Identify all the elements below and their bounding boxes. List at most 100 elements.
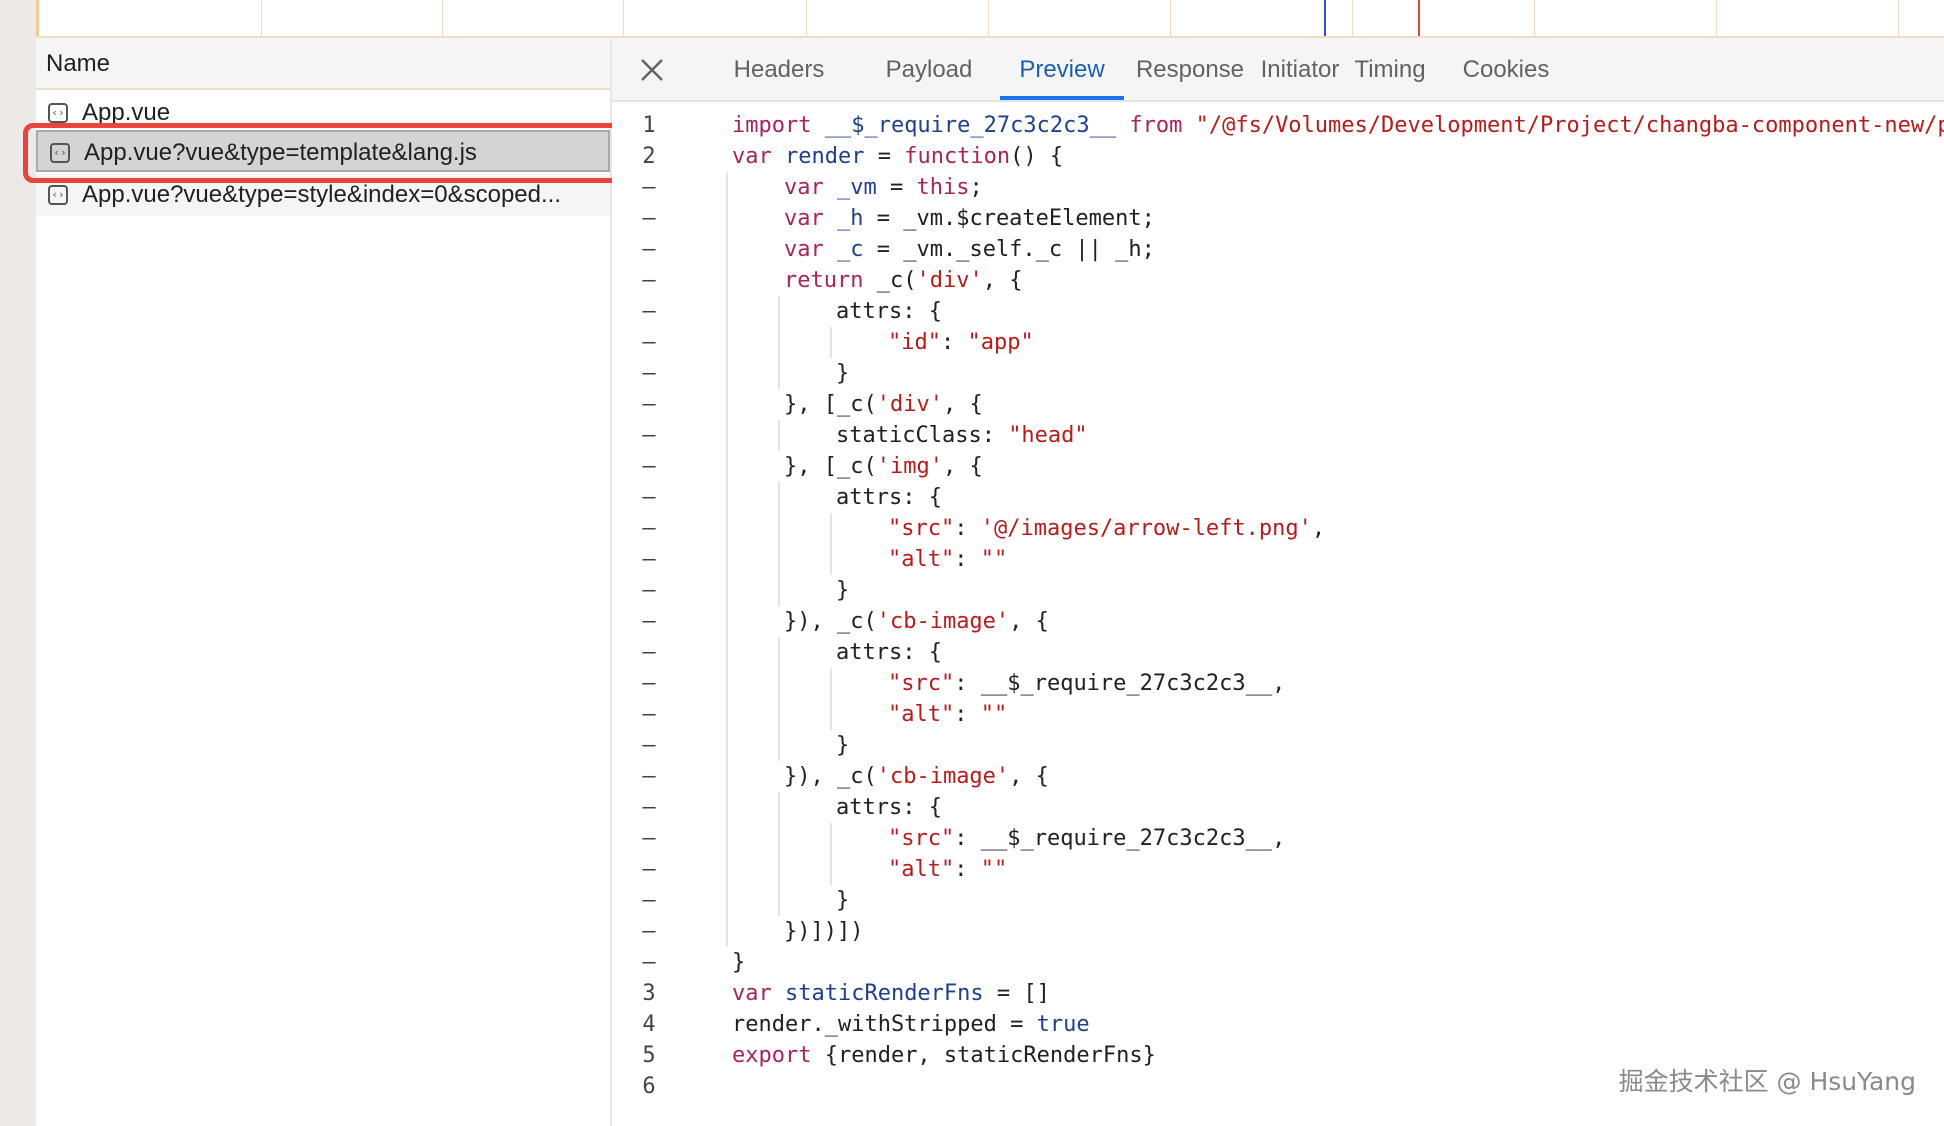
line-number[interactable]: – bbox=[612, 947, 686, 978]
line-number[interactable]: – bbox=[612, 265, 686, 296]
timeline-grid-line bbox=[1898, 0, 1899, 36]
line-number[interactable]: 4 bbox=[612, 1009, 686, 1040]
line-number[interactable]: – bbox=[612, 544, 686, 575]
code-token: __$_require_27c3c2c3__ bbox=[824, 113, 1130, 138]
line-number[interactable]: – bbox=[612, 606, 686, 637]
preview-code-viewer[interactable]: 1 import __$_require_27c3c2c3__ from "/@f… bbox=[612, 110, 1944, 1110]
indent-guide bbox=[778, 296, 780, 389]
line-number[interactable]: – bbox=[612, 420, 686, 451]
code-token: import bbox=[732, 113, 825, 138]
line-number[interactable]: 6 bbox=[612, 1071, 686, 1102]
code-token: , { bbox=[982, 268, 1023, 293]
request-row[interactable]: ‹› App.vue bbox=[36, 92, 610, 134]
code-token: "" bbox=[980, 702, 1008, 727]
line-number[interactable]: – bbox=[612, 358, 686, 389]
code-token: {render, staticRenderFns} bbox=[824, 1043, 1156, 1068]
watermark: 掘金技术社区 @ HsuYang bbox=[1618, 1067, 1916, 1096]
code-token: = _vm._self._c || _h; bbox=[876, 237, 1155, 262]
timeline-grid-line bbox=[442, 0, 443, 36]
code-text: }, [_c('img', { bbox=[784, 451, 983, 482]
line-number[interactable]: – bbox=[612, 234, 686, 265]
left-edge-strip bbox=[0, 0, 36, 1126]
code-token: var bbox=[784, 175, 837, 200]
code-line: –} bbox=[612, 358, 1944, 389]
line-number[interactable]: – bbox=[612, 451, 686, 482]
line-number[interactable]: – bbox=[612, 172, 686, 203]
code-token: "/@fs/Volumes/Development/Project/changb… bbox=[1195, 113, 1944, 138]
code-text: var _h = _vm.$createElement; bbox=[784, 203, 1155, 234]
code-token: }, [_c( bbox=[784, 392, 877, 417]
code-text: }, [_c('div', { bbox=[784, 389, 983, 420]
line-number[interactable]: – bbox=[612, 203, 686, 234]
network-timeline-overview[interactable] bbox=[36, 0, 1944, 38]
tab-timing[interactable]: Timing bbox=[1342, 38, 1438, 100]
line-number[interactable]: – bbox=[612, 389, 686, 420]
code-text: } bbox=[836, 730, 849, 761]
line-number[interactable]: – bbox=[612, 668, 686, 699]
code-token: : bbox=[954, 857, 981, 882]
line-number[interactable]: – bbox=[612, 761, 686, 792]
indent-guide bbox=[778, 482, 780, 606]
code-token: function bbox=[904, 144, 1011, 169]
code-token: "" bbox=[980, 547, 1008, 572]
code-text: "src": '@/images/arrow-left.png', bbox=[888, 513, 1325, 544]
code-token: "head" bbox=[1008, 423, 1088, 448]
line-number[interactable]: – bbox=[612, 575, 686, 606]
request-row[interactable]: ‹› App.vue?vue&type=template&lang.js bbox=[36, 130, 610, 172]
line-number[interactable]: – bbox=[612, 792, 686, 823]
close-icon[interactable] bbox=[638, 56, 666, 84]
request-detail-pane: Headers Payload Preview Response Initiator Ti… bbox=[612, 38, 1944, 1126]
name-column-header[interactable]: Name bbox=[36, 38, 610, 90]
code-text: "src": __$_require_27c3c2c3__, bbox=[888, 823, 1285, 854]
code-text: import __$_require_27c3c2c3__ from "/@fs… bbox=[732, 110, 1944, 141]
code-token: "alt" bbox=[888, 547, 955, 572]
code-text: } bbox=[732, 947, 745, 978]
code-text: var staticRenderFns = [] bbox=[732, 978, 1050, 1009]
tab-cookies[interactable]: Cookies bbox=[1446, 38, 1566, 100]
line-number[interactable]: – bbox=[612, 513, 686, 544]
dom-content-loaded-marker bbox=[1324, 0, 1326, 36]
script-file-icon: ‹› bbox=[48, 103, 68, 123]
line-number[interactable]: – bbox=[612, 823, 686, 854]
tab-preview[interactable]: Preview bbox=[1000, 38, 1124, 100]
request-row[interactable]: ‹› App.vue?vue&type=style&index=0&scoped.… bbox=[36, 174, 610, 216]
code-token: } bbox=[732, 950, 746, 975]
line-number[interactable]: – bbox=[612, 885, 686, 916]
line-number[interactable]: 5 bbox=[612, 1040, 686, 1071]
line-number[interactable]: – bbox=[612, 854, 686, 885]
line-number[interactable]: 2 bbox=[612, 141, 686, 172]
tab-payload[interactable]: Payload bbox=[874, 38, 984, 100]
indent-guide bbox=[778, 792, 780, 916]
line-number[interactable]: – bbox=[612, 296, 686, 327]
code-line: – "src": __$_require_27c3c2c3__, bbox=[612, 823, 1944, 854]
line-number[interactable]: – bbox=[612, 730, 686, 761]
line-number[interactable]: – bbox=[612, 637, 686, 668]
line-number[interactable]: 3 bbox=[612, 978, 686, 1009]
code-line: –} bbox=[612, 947, 1944, 978]
code-token: = bbox=[877, 144, 905, 169]
code-token: , { bbox=[942, 454, 983, 479]
code-token: ; bbox=[969, 175, 983, 200]
timeline-grid-line bbox=[806, 0, 807, 36]
line-number[interactable]: – bbox=[612, 699, 686, 730]
code-token: "src" bbox=[888, 826, 955, 851]
tab-headers[interactable]: Headers bbox=[704, 38, 854, 100]
code-token: "id" bbox=[888, 330, 941, 355]
code-token: : bbox=[954, 516, 981, 541]
code-text: "alt": "" bbox=[888, 699, 1007, 730]
code-token: : __$_require_27c3c2c3__, bbox=[954, 671, 1286, 696]
code-line: –} bbox=[612, 730, 1944, 761]
line-number[interactable]: 1 bbox=[612, 110, 686, 141]
indent-guide bbox=[830, 823, 832, 885]
code-token: () { bbox=[1010, 144, 1064, 169]
code-text: }), _c('cb-image', { bbox=[784, 761, 1049, 792]
indent-guide bbox=[830, 327, 832, 358]
line-number[interactable]: – bbox=[612, 327, 686, 358]
timeline-grid-line bbox=[988, 0, 989, 36]
code-token: true bbox=[1036, 1012, 1090, 1037]
timeline-grid-line bbox=[1352, 0, 1353, 36]
code-text: })])]) bbox=[784, 916, 863, 947]
line-number[interactable]: – bbox=[612, 916, 686, 947]
line-number[interactable]: – bbox=[612, 482, 686, 513]
code-token: _c bbox=[836, 237, 877, 262]
